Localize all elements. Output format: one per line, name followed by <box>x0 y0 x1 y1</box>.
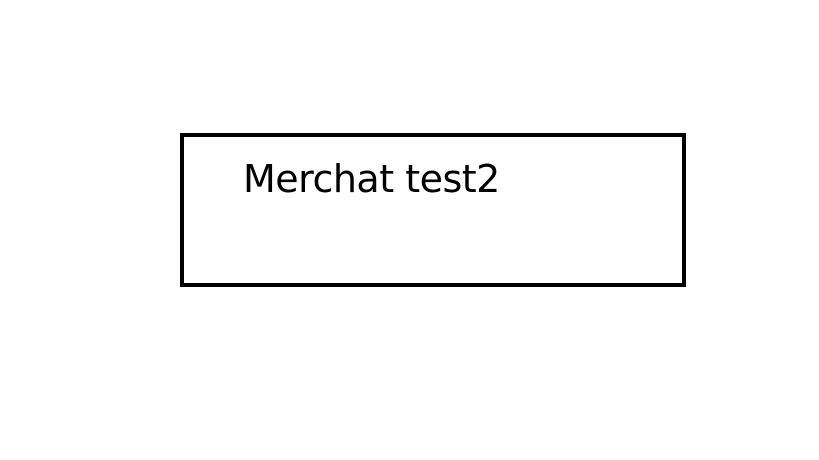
merchant-box: Merchat test2 <box>180 133 686 287</box>
drawing-canvas: Merchat test2 <box>0 0 819 460</box>
merchant-box-label: Merchat test2 <box>243 157 500 201</box>
